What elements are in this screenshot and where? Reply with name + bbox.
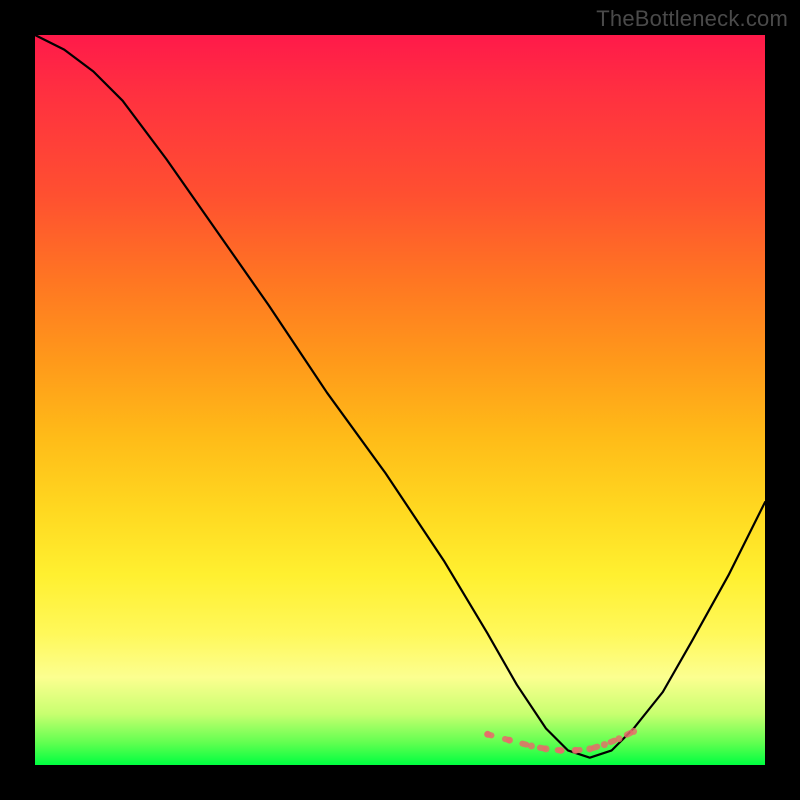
optimal-marker-dot bbox=[572, 747, 579, 754]
optimal-region-markers bbox=[484, 728, 637, 754]
bottleneck-curve bbox=[35, 35, 765, 758]
optimal-marker-dot bbox=[586, 745, 593, 752]
optimal-marker-dot bbox=[506, 737, 513, 744]
optimal-marker-dot bbox=[543, 745, 550, 752]
optimal-marker-dot bbox=[630, 728, 637, 735]
chart-frame bbox=[35, 35, 765, 765]
optimal-marker-dot bbox=[601, 741, 608, 748]
optimal-marker-dot bbox=[557, 747, 564, 754]
optimal-marker-dot bbox=[528, 743, 535, 750]
optimal-marker-dot bbox=[616, 735, 623, 742]
optimal-marker-dot bbox=[484, 731, 491, 738]
chart-svg bbox=[35, 35, 765, 765]
watermark-text: TheBottleneck.com bbox=[596, 6, 788, 32]
